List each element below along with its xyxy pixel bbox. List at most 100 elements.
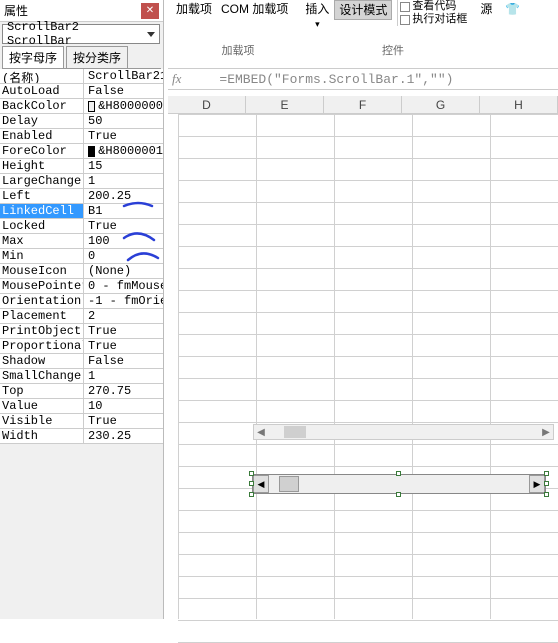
property-row[interactable]: Value10	[0, 399, 163, 414]
col-header[interactable]: D	[168, 96, 246, 113]
resize-handle[interactable]	[544, 492, 549, 497]
property-key: AutoLoad	[0, 84, 84, 98]
code-icon	[400, 2, 410, 12]
property-row[interactable]: Width230.25	[0, 429, 163, 444]
ribbon-com-addin-button[interactable]: COM 加载项	[217, 0, 292, 18]
property-value[interactable]: 2	[84, 309, 163, 323]
property-value[interactable]: 200.25	[84, 189, 163, 203]
property-value[interactable]: 0 - fmMouseP	[84, 279, 163, 293]
ribbon-source-button[interactable]: 源	[476, 0, 496, 18]
property-row[interactable]: PrintObjectTrue	[0, 324, 163, 339]
scrollbar-left-button[interactable]: ◀	[253, 475, 269, 493]
property-row[interactable]: LockedTrue	[0, 219, 163, 234]
property-key: ForeColor	[0, 144, 84, 158]
property-row[interactable]: VisibleTrue	[0, 414, 163, 429]
scroll-thumb[interactable]	[284, 426, 306, 438]
property-row[interactable]: Top270.75	[0, 384, 163, 399]
resize-handle[interactable]	[249, 471, 254, 476]
property-key: Value	[0, 399, 84, 413]
property-value[interactable]: 230.25	[84, 429, 163, 443]
resize-handle[interactable]	[544, 481, 549, 486]
fx-icon[interactable]: fx	[168, 71, 189, 87]
property-value[interactable]: -1 - fmOrien	[84, 294, 163, 308]
property-row[interactable]: Delay50	[0, 114, 163, 129]
ribbon-run-dialog-label: 执行对话框	[412, 13, 467, 26]
scrollbar-right-button[interactable]: ▶	[529, 475, 545, 493]
ribbon-run-dialog[interactable]: 执行对话框	[400, 13, 467, 26]
property-value[interactable]: 1	[84, 174, 163, 188]
tab-alphabetic[interactable]: 按字母序	[2, 46, 64, 68]
property-row[interactable]: Orientation-1 - fmOrien	[0, 294, 163, 309]
property-key: Height	[0, 159, 84, 173]
resize-handle[interactable]	[396, 492, 401, 497]
property-value[interactable]: (None)	[84, 264, 163, 278]
resize-handle[interactable]	[249, 481, 254, 486]
scrollbar-track[interactable]	[269, 475, 529, 493]
scroll-right-icon[interactable]: ▶	[539, 425, 553, 439]
tab-categorized[interactable]: 按分类序	[66, 46, 128, 68]
property-row[interactable]: MouseIcon(None)	[0, 264, 163, 279]
property-key: LinkedCell	[0, 204, 84, 218]
scroll-track[interactable]	[268, 425, 539, 439]
property-value[interactable]: 50	[84, 114, 163, 128]
property-row[interactable]: Min0	[0, 249, 163, 264]
property-row[interactable]: BackColor&H8000000	[0, 99, 163, 114]
ribbon-insert-button[interactable]: 插入▾	[301, 0, 333, 33]
property-value[interactable]: True	[84, 414, 163, 428]
property-value[interactable]: 1	[84, 369, 163, 383]
property-value[interactable]: B1	[84, 204, 163, 218]
property-value[interactable]: 15	[84, 159, 163, 173]
ribbon-expand-button[interactable]: 👕	[501, 0, 524, 18]
sheet-horizontal-scrollbar[interactable]: ◀ ▶	[253, 424, 554, 440]
property-value[interactable]: 100	[84, 234, 163, 248]
property-row[interactable]: LinkedCellB1	[0, 204, 163, 219]
ribbon-addin-button[interactable]: 加载项	[172, 0, 216, 18]
property-value[interactable]: ScrollBar21	[84, 69, 163, 83]
property-value[interactable]: &H8000000	[84, 99, 163, 113]
col-header[interactable]: G	[402, 96, 480, 113]
property-row[interactable]: (名称)ScrollBar21	[0, 69, 163, 84]
property-value[interactable]: True	[84, 339, 163, 353]
formula-text[interactable]: =EMBED("Forms.ScrollBar.1","")	[189, 72, 453, 87]
col-header[interactable]: E	[246, 96, 324, 113]
property-key: Delay	[0, 114, 84, 128]
property-row[interactable]: MousePointer0 - fmMouseP	[0, 279, 163, 294]
ribbon-group-addins: 加载项	[168, 42, 308, 58]
property-row[interactable]: SmallChange1	[0, 369, 163, 384]
property-row[interactable]: Height15	[0, 159, 163, 174]
ribbon-view-code[interactable]: 查看代码	[400, 0, 467, 13]
property-row[interactable]: ForeColor&H8000001	[0, 144, 163, 159]
scroll-left-icon[interactable]: ◀	[254, 425, 268, 439]
property-key: MousePointer	[0, 279, 84, 293]
property-row[interactable]: EnabledTrue	[0, 129, 163, 144]
resize-handle[interactable]	[249, 492, 254, 497]
property-value[interactable]: False	[84, 354, 163, 368]
property-value[interactable]: True	[84, 129, 163, 143]
property-row[interactable]: Left200.25	[0, 189, 163, 204]
object-selector-dropdown[interactable]: ScrollBar2 ScrollBar	[2, 24, 160, 44]
property-value[interactable]: 0	[84, 249, 163, 263]
property-row[interactable]: LargeChange1	[0, 174, 163, 189]
resize-handle[interactable]	[396, 471, 401, 476]
property-value[interactable]: True	[84, 324, 163, 338]
property-value[interactable]: 270.75	[84, 384, 163, 398]
activex-scrollbar-control[interactable]: ◀ ▶	[252, 474, 546, 494]
scrollbar-body[interactable]: ◀ ▶	[252, 474, 546, 494]
property-row[interactable]: Placement2	[0, 309, 163, 324]
property-value[interactable]: False	[84, 84, 163, 98]
property-row[interactable]: Max100	[0, 234, 163, 249]
property-value[interactable]: 10	[84, 399, 163, 413]
property-row[interactable]: AutoLoadFalse	[0, 84, 163, 99]
property-value[interactable]: &H8000001	[84, 144, 163, 158]
col-header[interactable]: F	[324, 96, 402, 113]
property-key: Min	[0, 249, 84, 263]
property-row[interactable]: ShadowFalse	[0, 354, 163, 369]
scrollbar-thumb[interactable]	[279, 476, 299, 492]
col-header[interactable]: H	[480, 96, 558, 113]
spreadsheet-grid[interactable]	[168, 114, 558, 619]
property-value[interactable]: True	[84, 219, 163, 233]
close-icon[interactable]: ✕	[141, 3, 159, 19]
resize-handle[interactable]	[544, 471, 549, 476]
ribbon-design-mode-button[interactable]: 设计模式	[334, 0, 392, 20]
property-row[interactable]: ProportionalTTrue	[0, 339, 163, 354]
